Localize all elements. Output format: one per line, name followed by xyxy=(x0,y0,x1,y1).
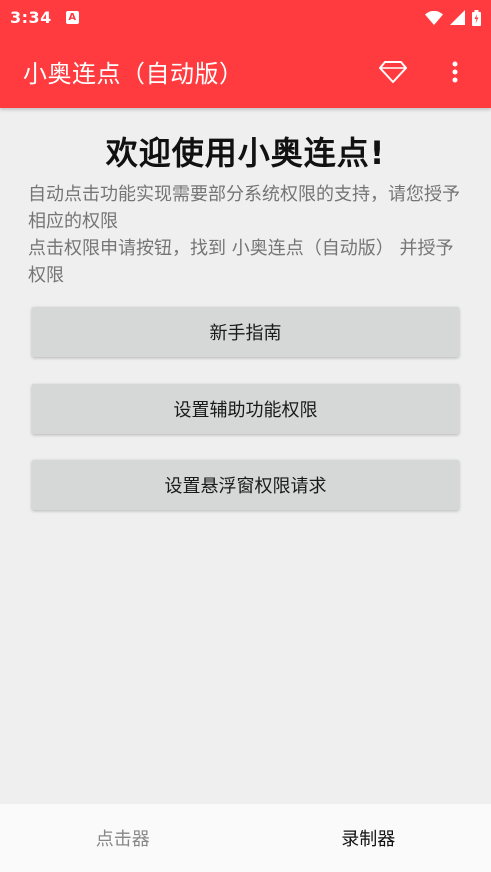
beginner-guide-button[interactable]: 新手指南 xyxy=(32,307,459,357)
overlay-permission-button[interactable]: 设置悬浮窗权限请求 xyxy=(32,460,459,510)
main-content: 欢迎使用小奥连点! 自动点击功能实现需要部分系统权限的支持，请您授予相应的权限 … xyxy=(0,108,491,804)
status-icons xyxy=(425,9,481,26)
app-title: 小奥连点（自动版） xyxy=(23,60,244,88)
battery-icon xyxy=(472,9,481,26)
status-bar: 3:34 A xyxy=(0,0,491,35)
tab-clicker[interactable]: 点击器 xyxy=(0,804,246,872)
tab-recorder[interactable]: 录制器 xyxy=(246,804,491,872)
description-line-2: 点击权限申请按钮，找到 小奥连点（自动版） 并授予权限 xyxy=(28,238,454,286)
accessibility-permission-button[interactable]: 设置辅助功能权限 xyxy=(32,384,459,434)
description-line-1: 自动点击功能实现需要部分系统权限的支持，请您授予相应的权限 xyxy=(28,184,460,232)
app-actions xyxy=(377,56,471,88)
more-vert-icon[interactable] xyxy=(439,56,471,88)
a-notification-icon: A xyxy=(65,11,79,24)
welcome-heading: 欢迎使用小奥连点! xyxy=(105,134,386,172)
wifi-icon xyxy=(425,10,443,25)
bottom-nav: 点击器 录制器 xyxy=(0,804,491,872)
signal-icon xyxy=(450,10,465,25)
status-time: 3:34 xyxy=(10,8,52,27)
app-bar: 小奥连点（自动版） xyxy=(0,35,491,108)
permission-description: 自动点击功能实现需要部分系统权限的支持，请您授予相应的权限 点击权限申请按钮，找… xyxy=(28,181,468,289)
diamond-icon[interactable] xyxy=(377,56,409,88)
